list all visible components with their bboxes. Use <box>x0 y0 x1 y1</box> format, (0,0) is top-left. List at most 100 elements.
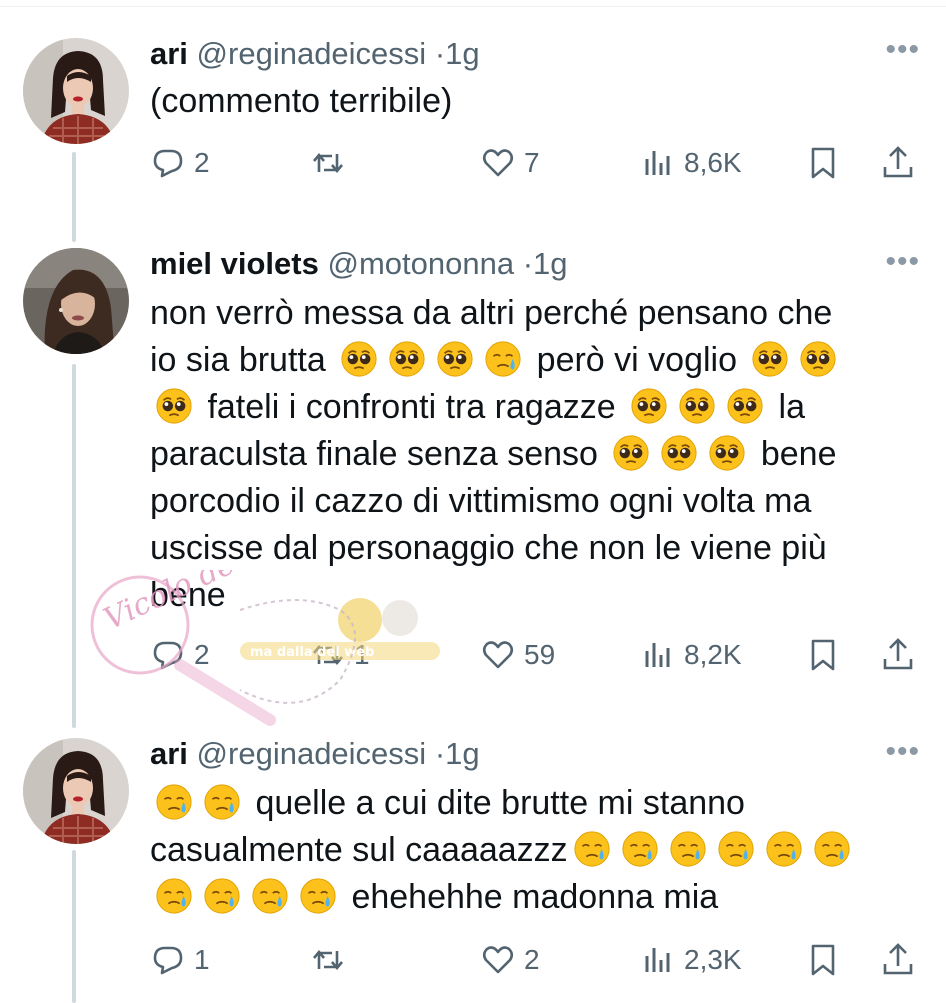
views-count: 8,6K <box>684 147 742 178</box>
bookmark-button[interactable] <box>805 635 841 675</box>
retweet-count: 1 <box>354 639 370 670</box>
author-handle[interactable]: @reginadeicessi <box>197 736 427 771</box>
tweet-text: (commento terribile) <box>150 78 920 125</box>
crying-face-emoji-icon <box>246 878 294 916</box>
text-segment: casualmente sul caaaaazzz <box>150 831 568 869</box>
crying-face-emoji-icon <box>198 784 246 822</box>
reply-count: 2 <box>194 147 210 178</box>
views-count: 8,2K <box>684 639 742 670</box>
retweet-button[interactable] <box>310 940 346 980</box>
text-segment: ehehehhe madonna mia <box>342 878 719 916</box>
author-name[interactable]: miel violets <box>150 246 319 281</box>
tweet-header: ari @reginadeicessi ·1g <box>150 736 480 772</box>
share-button[interactable] <box>880 940 916 980</box>
tweet-text-line: uscisse dal personaggio che non le viene… <box>150 525 920 572</box>
tweet-text-line: fateli i confronti tra ragazze la <box>150 384 920 431</box>
avatar[interactable] <box>23 38 129 144</box>
tweet-time[interactable]: 1g <box>445 36 479 71</box>
share-button[interactable] <box>880 143 916 183</box>
avatar[interactable] <box>23 248 129 354</box>
tweet-header: miel violets @motononna ·1g <box>150 246 568 282</box>
tweet-time[interactable]: 1g <box>445 736 479 771</box>
pleading-face-emoji-icon <box>746 341 794 379</box>
crying-face-emoji-icon <box>479 341 527 379</box>
tweet-text-line: bene <box>150 572 920 619</box>
tweet-actions: 2 1 59 8,2K <box>150 635 930 675</box>
views-icon <box>640 942 676 978</box>
like-button[interactable]: 2 <box>480 940 540 980</box>
tweet-text-line: io sia brutta però vi voglio <box>150 337 920 384</box>
reply-button[interactable]: 2 <box>150 143 210 183</box>
text-segment: porcodio il cazzo di vittimismo ogni vol… <box>150 482 812 520</box>
text-segment: uscisse dal personaggio che non le viene… <box>150 529 827 567</box>
share-icon <box>880 942 916 978</box>
pleading-face-emoji-icon <box>607 435 655 473</box>
tweet-text-line: quelle a cui dite brutte mi stanno <box>150 780 920 827</box>
author-handle[interactable]: @reginadeicessi <box>197 36 427 71</box>
more-icon[interactable]: ••• <box>885 737 920 767</box>
retweet-icon <box>310 942 346 978</box>
text-segment: però vi voglio <box>527 341 747 379</box>
bookmark-button[interactable] <box>805 940 841 980</box>
crying-face-emoji-icon <box>198 878 246 916</box>
more-icon[interactable]: ••• <box>885 35 920 65</box>
tweet-text-line: paraculsta finale senza senso bene <box>150 431 920 478</box>
text-segment: bene <box>150 576 226 614</box>
reply-icon <box>150 942 186 978</box>
like-icon <box>480 942 516 978</box>
bookmark-icon <box>805 145 841 181</box>
tweet-actions: 1 2 2,3K <box>150 940 930 980</box>
reply-count: 2 <box>194 639 210 670</box>
text-segment: fateli i confronti tra ragazze <box>198 388 626 426</box>
crying-face-emoji-icon <box>294 878 342 916</box>
views-button[interactable]: 8,6K <box>640 143 742 183</box>
retweet-icon <box>310 145 346 181</box>
reply-icon <box>150 145 186 181</box>
crying-face-emoji-icon <box>664 831 712 869</box>
author-name[interactable]: ari <box>150 36 188 71</box>
pleading-face-emoji-icon <box>383 341 431 379</box>
tweet[interactable]: ari @reginadeicessi ·1g ••• (commento te… <box>0 0 946 230</box>
like-button[interactable]: 59 <box>480 635 555 675</box>
like-count: 2 <box>524 944 540 975</box>
separator-dot: · <box>434 736 446 771</box>
avatar[interactable] <box>23 738 129 844</box>
more-icon[interactable]: ••• <box>885 247 920 277</box>
text-segment: io sia brutta <box>150 341 336 379</box>
retweet-button[interactable] <box>310 143 346 183</box>
reply-button[interactable]: 2 <box>150 635 210 675</box>
pleading-face-emoji-icon <box>335 341 383 379</box>
pleading-face-emoji-icon <box>703 435 751 473</box>
tweet-text-line: ehehehhe madonna mia <box>150 874 920 921</box>
author-handle[interactable]: @motononna <box>327 246 514 281</box>
crying-face-emoji-icon <box>616 831 664 869</box>
retweet-button[interactable]: 1 <box>310 635 370 675</box>
crying-face-emoji-icon <box>150 878 198 916</box>
like-count: 59 <box>524 639 556 670</box>
tweet-text-line: non verrò messa da altri perché pensano … <box>150 290 920 337</box>
bookmark-icon <box>805 942 841 978</box>
author-name[interactable]: ari <box>150 736 188 771</box>
tweet-text: non verrò messa da altri perché pensano … <box>150 290 920 619</box>
share-button[interactable] <box>880 635 916 675</box>
tweet-header: ari @reginadeicessi ·1g <box>150 36 480 72</box>
views-button[interactable]: 2,3K <box>640 940 742 980</box>
like-button[interactable]: 7 <box>480 143 540 183</box>
bookmark-button[interactable] <box>805 143 841 183</box>
tweet-actions: 2 7 8,6K <box>150 143 930 183</box>
tweet-text-line: porcodio il cazzo di vittimismo ogni vol… <box>150 478 920 525</box>
tweet-time[interactable]: 1g <box>533 246 567 281</box>
reply-button[interactable]: 1 <box>150 940 210 980</box>
tweet[interactable]: ari @reginadeicessi ·1g ••• quelle a cui… <box>0 710 946 1003</box>
views-icon <box>640 145 676 181</box>
views-icon <box>640 637 676 673</box>
crying-face-emoji-icon <box>150 784 198 822</box>
text-segment: bene <box>751 435 837 473</box>
views-button[interactable]: 8,2K <box>640 635 742 675</box>
separator-dot: · <box>434 36 446 71</box>
like-icon <box>480 637 516 673</box>
crying-face-emoji-icon <box>808 831 856 869</box>
tweet[interactable]: miel violets @motononna ·1g ••• non verr… <box>0 230 946 710</box>
tweet-text: quelle a cui dite brutte mi stanno casual… <box>150 780 920 921</box>
crying-face-emoji-icon <box>712 831 760 869</box>
